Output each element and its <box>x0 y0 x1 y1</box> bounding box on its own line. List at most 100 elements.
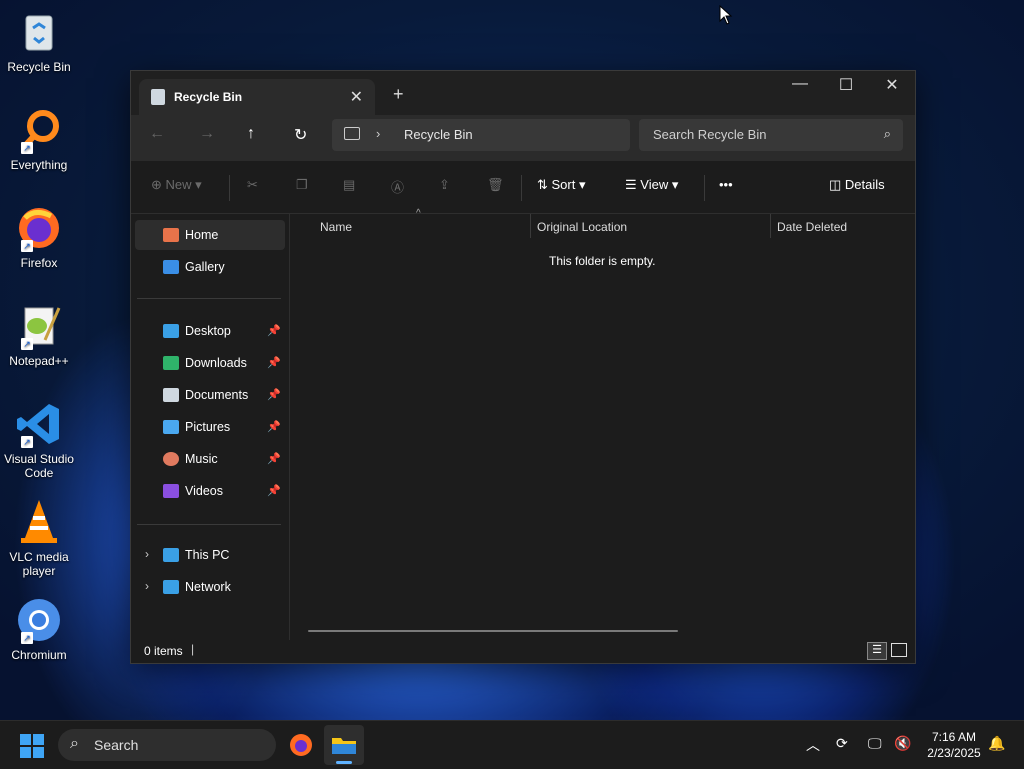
home-icon <box>163 228 179 242</box>
pin-icon[interactable]: 📌 <box>267 420 281 433</box>
close-button[interactable]: ✕ <box>869 75 915 95</box>
share-icon[interactable]: ⇪ <box>439 177 450 193</box>
pin-icon[interactable]: 📌 <box>267 484 281 497</box>
new-tab-button[interactable]: + <box>393 84 404 105</box>
sidebar-item-documents[interactable]: Documents 📌 <box>135 380 285 410</box>
clock[interactable]: 7:16 AM 2/23/2025 <box>916 729 992 761</box>
navigation-bar: ← → ↑ ↻ › Recycle Bin Search Recycle Bin… <box>131 115 915 161</box>
pin-icon[interactable]: 📌 <box>267 452 281 465</box>
column-divider[interactable] <box>770 214 771 238</box>
address-bar[interactable]: › Recycle Bin <box>332 119 630 151</box>
large-icons-view-button[interactable] <box>891 643 907 657</box>
sort-button[interactable]: ⇅ Sort ▾ <box>537 177 586 193</box>
sidebar-item-videos[interactable]: Videos 📌 <box>135 476 285 506</box>
more-options-button[interactable]: ••• <box>719 177 733 192</box>
firefox-icon <box>290 734 312 756</box>
notification-bell-icon[interactable]: 🔔 <box>988 735 1005 752</box>
videos-icon <box>163 484 179 498</box>
clock-time: 7:16 AM <box>931 730 977 744</box>
title-bar: Recycle Bin ✕ + — ☐ ✕ <box>131 71 915 115</box>
sidebar-item-home[interactable]: Home <box>135 220 285 250</box>
pin-icon[interactable]: 📌 <box>267 388 281 401</box>
divider <box>137 298 281 299</box>
desktop-icon-label: VLC media player <box>9 550 69 578</box>
sidebar-item-network[interactable]: › Network <box>135 572 285 602</box>
sidebar-item-this-pc[interactable]: › This PC <box>135 540 285 570</box>
desktop-icon-recycle-bin[interactable]: Recycle Bin <box>0 8 78 74</box>
sidebar-item-label: Gallery <box>185 260 225 274</box>
desktop-icon-vscode[interactable]: ↗ Visual Studio Code <box>0 400 78 480</box>
chevron-right-icon[interactable]: › <box>376 126 380 141</box>
desktop-icon-label: Firefox <box>20 256 58 270</box>
desktop-icon-label: Everything <box>10 158 68 172</box>
copy-icon[interactable]: ❐ <box>296 177 308 193</box>
desktop-icon-notepadpp[interactable]: ↗ Notepad++ <box>0 302 78 368</box>
divider <box>137 524 281 525</box>
update-icon[interactable]: ⟳ <box>836 735 848 752</box>
cut-icon[interactable]: ✂ <box>247 177 258 193</box>
sidebar-item-downloads[interactable]: Downloads 📌 <box>135 348 285 378</box>
pin-icon[interactable]: 📌 <box>267 356 281 369</box>
pc-icon <box>163 548 179 562</box>
navigation-pane: Home Gallery Desktop 📌 Downloads 📌 Docum… <box>131 214 290 640</box>
maximize-button[interactable]: ☐ <box>823 75 869 95</box>
chevron-up-icon[interactable]: ︿ <box>806 735 820 755</box>
tab-close-icon[interactable]: ✕ <box>350 87 363 107</box>
taskbar-firefox[interactable] <box>288 732 314 758</box>
desktop-icon-firefox[interactable]: ↗ Firefox <box>0 204 78 270</box>
paste-icon[interactable]: ▤ <box>343 177 355 193</box>
rename-icon[interactable]: Ⓐ <box>391 177 404 196</box>
desktop-icon-vlc[interactable]: VLC media player <box>0 498 78 578</box>
shortcut-arrow-icon: ↗ <box>21 338 33 350</box>
refresh-button[interactable]: ↻ <box>294 125 307 145</box>
volume-muted-icon[interactable]: 🔇 <box>894 735 911 752</box>
download-icon <box>163 356 179 370</box>
sidebar-item-music[interactable]: Music 📌 <box>135 444 285 474</box>
sidebar-item-gallery[interactable]: Gallery <box>135 252 285 282</box>
divider <box>521 175 522 201</box>
taskbar-search[interactable]: ⌕ Search <box>58 729 276 761</box>
chevron-right-icon[interactable]: › <box>145 547 149 561</box>
search-icon: ⌕ <box>883 126 891 141</box>
windows-logo-icon <box>20 734 44 758</box>
chevron-right-icon[interactable]: › <box>145 579 149 593</box>
search-box[interactable]: Search Recycle Bin ⌕ <box>639 119 903 151</box>
document-icon <box>163 388 179 402</box>
column-header-date-deleted[interactable]: Date Deleted <box>777 220 847 234</box>
up-button[interactable]: ↑ <box>247 125 255 143</box>
pin-icon[interactable]: 📌 <box>267 324 281 337</box>
forward-button[interactable]: → <box>199 125 215 143</box>
desktop-icon-everything[interactable]: ↗ Everything <box>0 106 78 172</box>
tab-recycle-bin[interactable]: Recycle Bin ✕ <box>139 79 375 115</box>
column-header-name[interactable]: Name <box>320 220 352 234</box>
recycle-bin-icon <box>151 89 165 105</box>
start-button[interactable] <box>20 734 44 758</box>
sidebar-item-desktop[interactable]: Desktop 📌 <box>135 316 285 346</box>
column-divider[interactable] <box>530 214 531 238</box>
tab-title: Recycle Bin <box>174 90 243 104</box>
details-pane-button[interactable]: ◫ Details <box>829 177 885 193</box>
delete-icon[interactable]: 🗑 <box>487 177 504 193</box>
new-label: New <box>165 177 192 192</box>
taskbar-file-explorer[interactable] <box>324 725 364 765</box>
shortcut-arrow-icon: ↗ <box>21 632 33 644</box>
new-button[interactable]: ⊕ New ▾ <box>151 177 202 193</box>
horizontal-scrollbar[interactable] <box>308 630 678 632</box>
sidebar-item-label: Home <box>185 228 219 242</box>
gallery-icon <box>163 260 179 274</box>
back-button[interactable]: ← <box>149 125 165 143</box>
details-label: Details <box>844 177 885 192</box>
computer-icon <box>344 127 360 140</box>
network-status-icon[interactable]: 🖵 <box>868 735 882 752</box>
sidebar-item-label: Videos <box>185 484 223 498</box>
desktop-icon-chromium[interactable]: ↗ Chromium <box>0 596 78 662</box>
breadcrumb-recycle-bin[interactable]: Recycle Bin <box>404 127 473 142</box>
column-header-original-location[interactable]: Original Location <box>537 220 627 234</box>
details-view-button[interactable]: ☰ <box>867 642 887 660</box>
minimize-button[interactable]: — <box>777 75 823 93</box>
search-input[interactable]: Search Recycle Bin <box>653 127 766 142</box>
sidebar-item-pictures[interactable]: Pictures 📌 <box>135 412 285 442</box>
view-button[interactable]: ☰ View ▾ <box>625 177 678 193</box>
taskbar-search-input[interactable]: Search <box>94 737 138 753</box>
shortcut-arrow-icon: ↗ <box>21 436 33 448</box>
